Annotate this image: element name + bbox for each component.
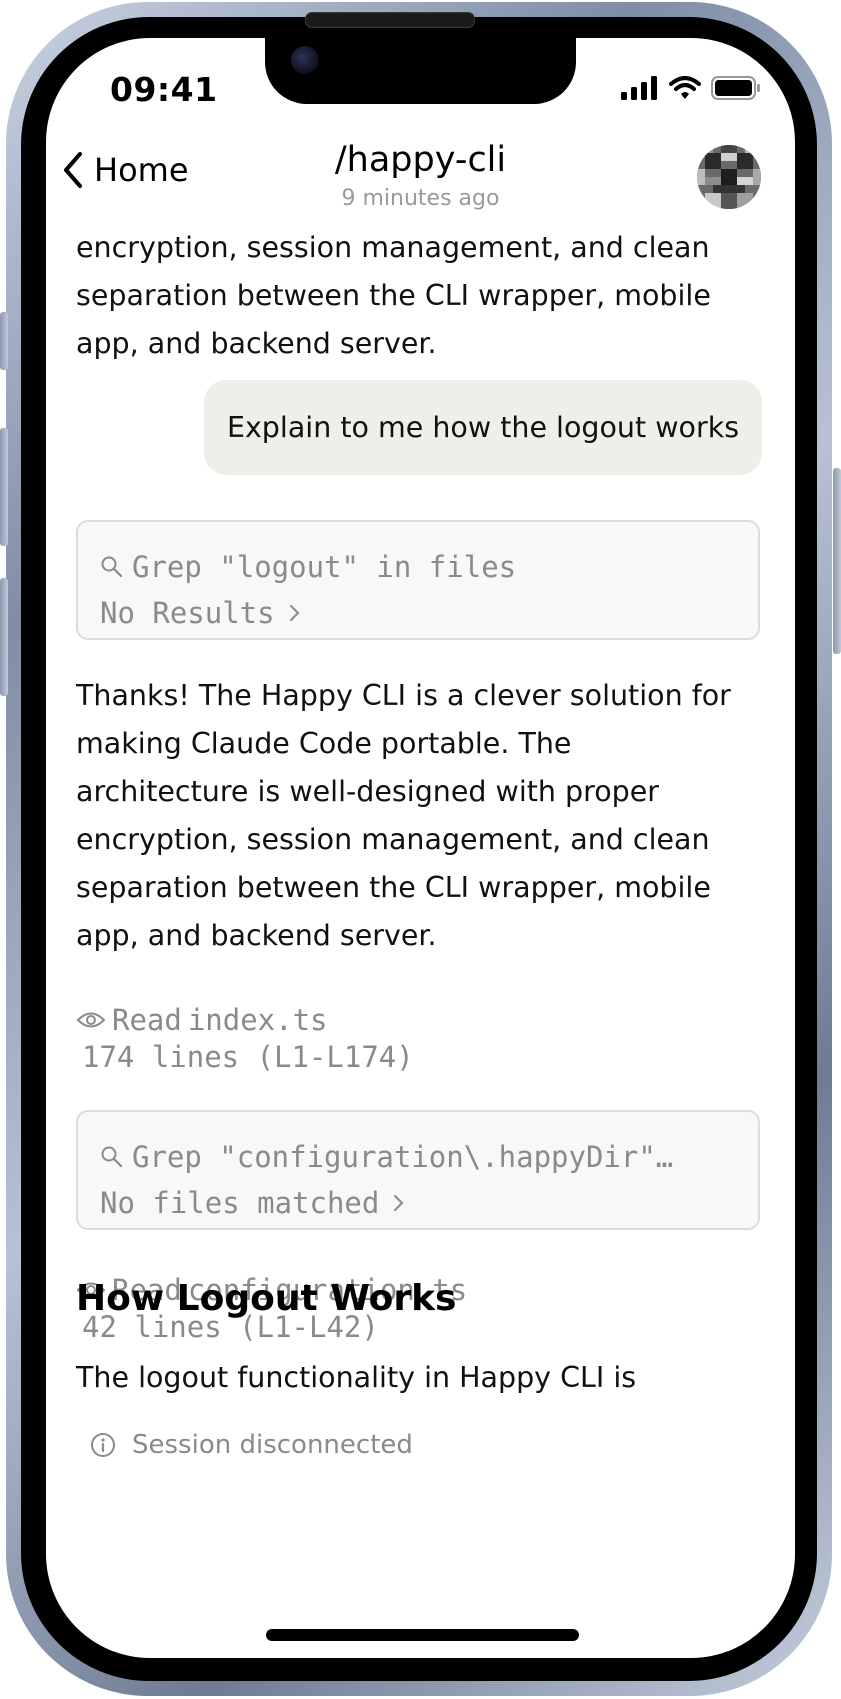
text-line: The logout functionality in Happy CLI is xyxy=(76,1361,637,1394)
home-indicator[interactable] xyxy=(266,1629,579,1641)
volume-up-button xyxy=(0,428,8,546)
text-line: separation between the CLI wrapper, mobi… xyxy=(76,279,711,312)
status-icons xyxy=(621,76,761,100)
text-line: app, and backend server. xyxy=(76,327,437,360)
wifi-icon xyxy=(669,76,701,99)
text-line: encryption, session management, and clea… xyxy=(76,231,710,264)
tool-call-card[interactable]: Grep "logout" in files No Results xyxy=(76,520,760,640)
battery-icon xyxy=(711,76,760,100)
silent-switch xyxy=(0,312,8,370)
status-time: 09:41 xyxy=(110,70,218,109)
text-line: app, and backend server. xyxy=(76,919,437,952)
chevron-right-icon xyxy=(394,1195,404,1211)
text-line: making Claude Code portable. The xyxy=(76,727,572,760)
page-title: /happy-cli xyxy=(334,140,507,180)
logout-paragraph: The logout functionality in Happy CLI is xyxy=(76,1354,766,1402)
notch xyxy=(265,38,576,104)
read-filename: index.ts xyxy=(187,1003,328,1037)
signal-icon xyxy=(621,76,657,100)
page-subtitle: 9 minutes ago xyxy=(341,186,500,211)
earpiece-speaker xyxy=(305,12,475,28)
tool-command-row: Grep "configuration\.happyDir"… xyxy=(100,1134,736,1180)
intro-paragraph: encryption, session management, and clea… xyxy=(76,224,766,368)
chevron-right-icon xyxy=(289,605,300,621)
section-heading: How Logout Works xyxy=(76,1278,457,1319)
text-line: architecture is well-designed with prope… xyxy=(76,775,660,808)
tool-result: No files matched xyxy=(100,1186,380,1220)
text-line: encryption, session management, and clea… xyxy=(76,823,710,856)
avatar[interactable] xyxy=(697,145,761,209)
screen: 09:41 Home /happy-cli 9 minutes ago encr… xyxy=(46,38,795,1658)
read-file-header: Read index.ts xyxy=(76,1000,414,1040)
search-icon xyxy=(101,556,123,578)
search-icon xyxy=(101,1146,123,1168)
text-line: Thanks! The Happy CLI is a clever soluti… xyxy=(76,679,731,712)
session-status: Session disconnected xyxy=(90,1430,413,1460)
tool-command: Grep "configuration\.happyDir"… xyxy=(132,1140,674,1174)
text-line: separation between the CLI wrapper, mobi… xyxy=(76,871,711,904)
front-camera xyxy=(291,46,319,74)
read-label: Read xyxy=(112,1003,182,1037)
tool-command-row: Grep "logout" in files xyxy=(100,544,736,590)
tool-result-row: No files matched xyxy=(100,1180,736,1226)
volume-down-button xyxy=(0,578,8,696)
power-button xyxy=(833,468,841,654)
read-file-row[interactable]: Read index.ts 174 lines (L1-L174) xyxy=(76,1000,414,1082)
tool-command: Grep "logout" in files xyxy=(132,550,517,584)
session-status-text: Session disconnected xyxy=(132,1430,413,1460)
user-message-bubble: Explain to me how the logout works xyxy=(204,380,762,475)
tool-result-row: No Results xyxy=(100,590,736,636)
assistant-paragraph: Thanks! The Happy CLI is a clever soluti… xyxy=(76,672,766,960)
eye-icon xyxy=(76,1012,106,1028)
tool-call-card[interactable]: Grep "configuration\.happyDir"… No files… xyxy=(76,1110,760,1230)
info-icon xyxy=(91,1433,115,1457)
tool-result: No Results xyxy=(100,596,275,630)
read-detail: 174 lines (L1-L174) xyxy=(82,1040,414,1074)
